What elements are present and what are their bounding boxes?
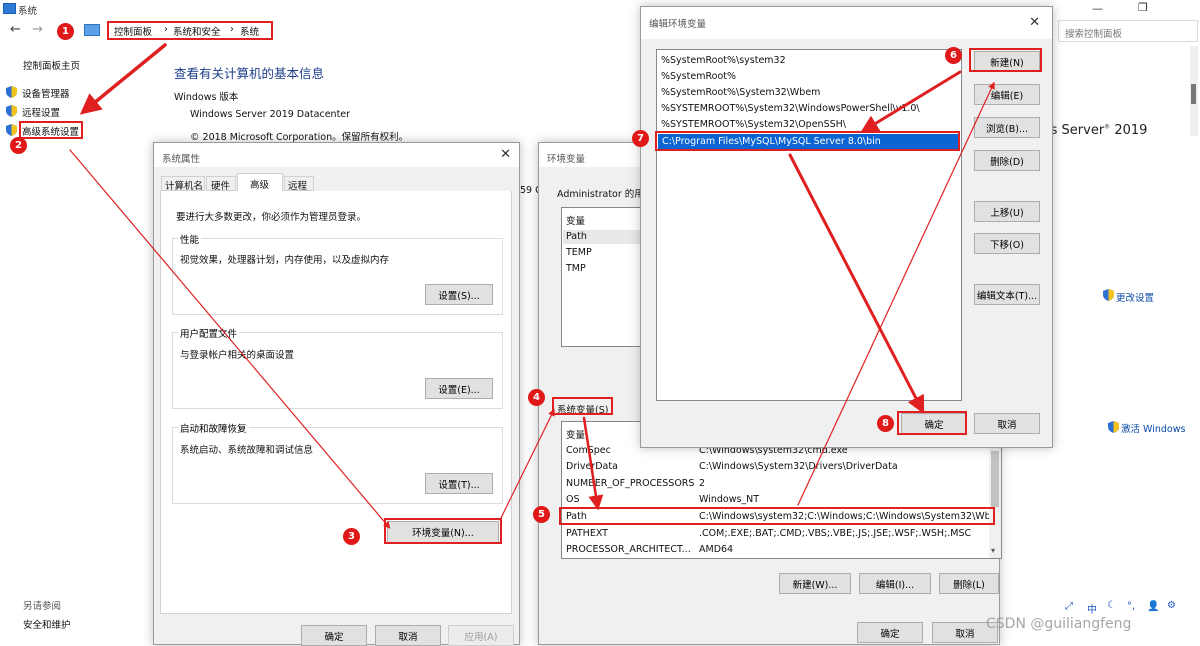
arrow-5-to-new (797, 81, 995, 506)
step-badge-8: 8 (877, 415, 894, 432)
expand-icon[interactable]: ⤢ (1065, 601, 1073, 612)
step-badge-4: 4 (528, 389, 545, 406)
step-badge-7: 7 (632, 130, 649, 147)
arrow-6-to-mysql (860, 70, 962, 133)
gear-icon[interactable]: ⚙ (1167, 600, 1176, 611)
step-badge-5: 5 (533, 506, 550, 523)
punctuation-icon[interactable]: °, (1127, 601, 1135, 612)
watermark: CSDN @guiliangfeng (986, 616, 1132, 632)
ime-language[interactable]: 中 (1087, 601, 1097, 616)
step-badge-3: 3 (343, 528, 360, 545)
arrow-4-to-path (582, 416, 604, 511)
annotation-arrows (69, 43, 995, 529)
arrow-3-to-system-vars (499, 408, 555, 521)
moon-icon[interactable]: ☾ (1107, 600, 1116, 611)
step-badge-6: 6 (945, 47, 962, 64)
step-badge-1: 1 (57, 23, 74, 40)
arrow-1-to-advanced (79, 43, 167, 115)
arrow-2-to-envvars (69, 149, 391, 529)
arrow-7-to-ok (788, 153, 925, 414)
user-icon[interactable]: 👤 (1147, 601, 1159, 612)
step-badge-2: 2 (10, 137, 27, 154)
